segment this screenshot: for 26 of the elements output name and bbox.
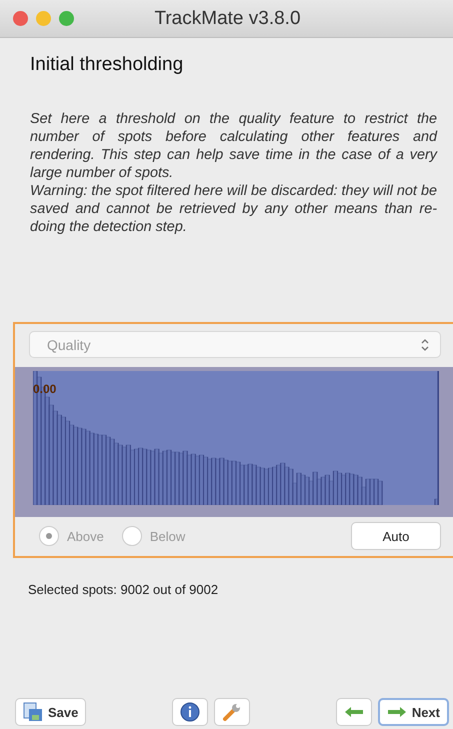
zoom-button[interactable] [59,11,74,26]
page-heading: Initial thresholding [29,54,184,76]
wrench-icon [222,702,242,722]
radio-label: Above [67,528,104,544]
histogram-panel[interactable]: 0.00 [15,367,453,517]
feature-dropdown[interactable]: Quality [29,331,441,358]
back-button[interactable] [336,698,372,726]
right-arrow-icon [386,705,407,719]
settings-button[interactable] [214,698,250,726]
floppy-disk-icon [23,702,43,722]
next-button[interactable]: Next [378,698,449,726]
info-button[interactable] [172,698,208,726]
threshold-value: 0.00 [33,382,56,396]
radio-label: Below [150,528,186,544]
auto-button[interactable]: Auto [351,522,441,550]
window-title: TrackMate v3.8.0 [153,8,302,30]
description-text: Warning: the spot filtered here will be discarded: they will not be saved and cannot be retrieved by any other means than re-doing the detection step. [29,182,438,236]
save-button[interactable]: Save [15,698,86,726]
updown-chevron-icon [420,338,430,352]
info-icon [180,702,200,722]
left-arrow-icon [344,705,364,719]
selected-spots-text: Selected spots: 9002 out of 9002 [27,581,220,597]
radio-option[interactable]: Below [122,526,186,546]
radio-option[interactable]: Above [39,526,104,546]
close-button[interactable] [13,11,28,26]
description-text: Set here a threshold on the quality feature to restrict the number of spots before calculating other features and rendering. This step can help save time in the case of a very large number of spots. [29,110,438,182]
